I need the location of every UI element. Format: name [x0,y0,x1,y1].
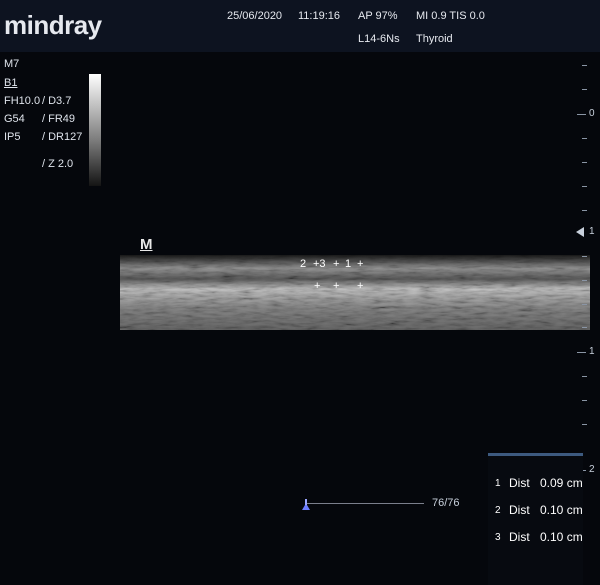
depth-label-1b: 1 [589,346,595,357]
depth-param: / D3.7 [42,95,72,107]
measurement-row: 1 Dist 0.09 cm [488,470,583,497]
preset-name: Thyroid [416,33,453,45]
probe-name: L14-6Ns [358,33,400,45]
depth-tick [582,186,587,187]
caliper-mark[interactable]: + [357,258,363,270]
caliper-mark-3: +3 [313,258,326,270]
measurement-index: 2 [495,505,501,516]
measurement-label: Dist [509,530,530,544]
depth-label-0: 0 [589,108,595,119]
caliper-label-1: 1 [345,258,352,270]
caliper-mark[interactable]: + [333,258,339,270]
measurement-index: 1 [495,478,501,489]
depth-tick [582,400,587,401]
gain-param: G54 [4,113,25,125]
ip-param: IP5 [4,131,21,143]
cine-handle-icon[interactable] [302,497,310,510]
depth-tick [582,162,587,163]
depth-tick [582,304,587,305]
measurement-value: 0.10 cm [540,530,583,544]
measurement-label: Dist [509,476,530,490]
depth-tick-major [577,114,586,115]
depth-tick [582,376,587,377]
depth-tick [582,424,587,425]
measurement-label: Dist [509,503,530,517]
mode-sub-label: B1 [4,77,18,89]
mi-tis-readout: MI 0.9 TIS 0.0 [416,10,485,22]
depth-label-1: 1 [589,226,595,237]
grayscale-bar [89,74,101,186]
measurement-row: 3 Dist 0.10 cm [488,524,583,551]
measurement-value: 0.09 cm [540,476,583,490]
cine-frame-count: 76/76 [432,497,460,509]
ultrasound-image[interactable] [120,255,590,330]
caliper-mark[interactable]: + [333,280,339,292]
depth-label-2: 2 [589,464,595,475]
frame-rate-param: / FR49 [42,113,76,125]
measurement-index: 3 [495,532,501,543]
m-marker: M [140,236,153,253]
depth-tick [582,280,587,281]
brand-logo: mindray [4,10,102,40]
depth-tick [582,65,587,66]
depth-tick [582,89,587,90]
exam-time: 11:19:16 [298,10,341,22]
zoom-param: / Z 2.0 [42,158,74,170]
depth-tick [582,327,587,328]
caliper-mark[interactable]: + [314,280,320,292]
caliper-label-2: 2 [300,258,307,270]
measurement-results-panel: 1 Dist 0.09 cm 2 Dist 0.10 cm 3 Dist 0.1… [488,453,583,585]
cine-progress-bar[interactable] [306,503,424,504]
acoustic-power: AP 97% [358,10,398,22]
measurement-value: 0.10 cm [540,503,583,517]
depth-tick-major [577,352,586,353]
depth-tick [582,210,587,211]
ultrasound-texture [120,255,590,330]
measurement-row: 2 Dist 0.10 cm [488,497,583,524]
dynamic-range-param: / DR127 [42,131,83,143]
fh-param: FH10.0 [4,95,41,107]
depth-tick [582,138,587,139]
depth-tick [582,256,587,257]
exam-date: 25/06/2020 [227,10,283,22]
caliper-mark[interactable]: + [357,280,363,292]
focus-marker-icon[interactable] [576,227,584,237]
mode-label: M7 [4,58,20,70]
